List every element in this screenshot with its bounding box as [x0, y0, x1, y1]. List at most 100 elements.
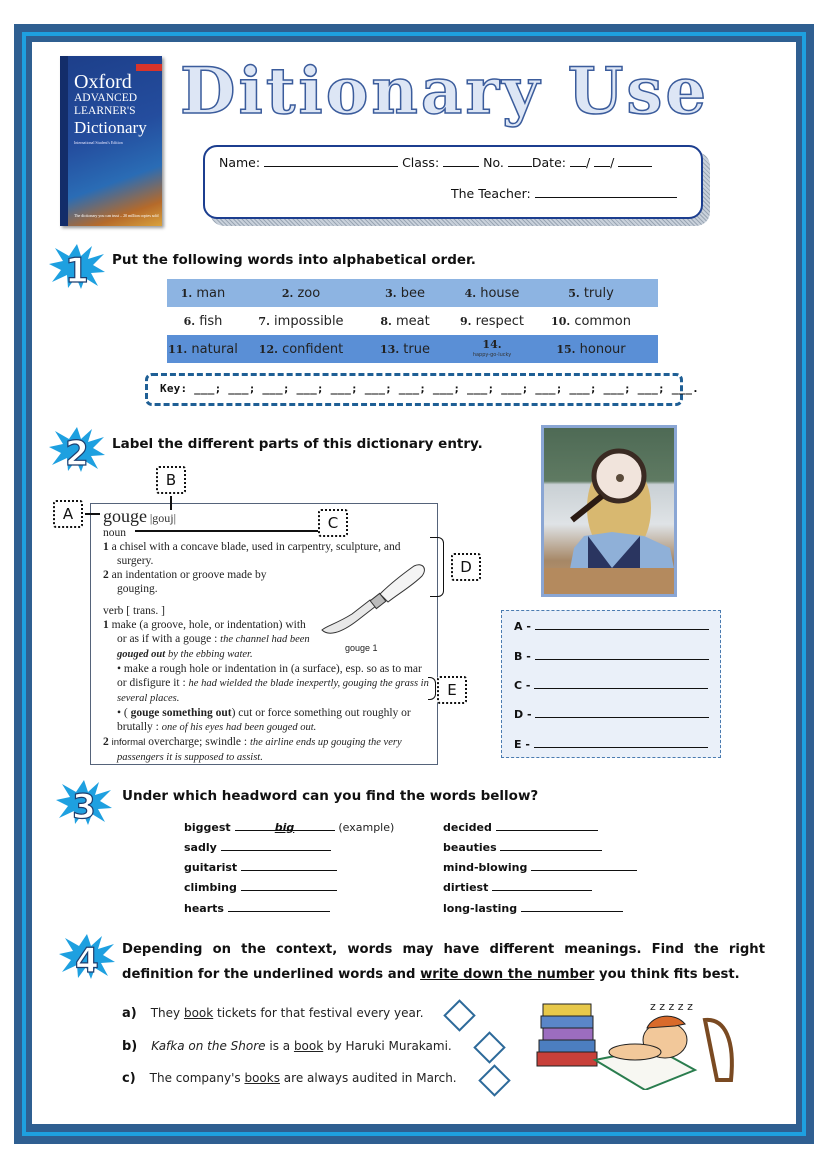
headword-answer-field[interactable]	[240, 881, 337, 891]
exercise-1-badge: 1	[48, 242, 106, 292]
starburst-icon: 1	[49, 244, 105, 292]
starburst-icon: 2	[49, 427, 105, 475]
headword-row: beauties	[443, 841, 603, 854]
headword-row: decided	[443, 821, 598, 834]
answer-field-d[interactable]	[535, 707, 710, 718]
photo-illustration	[544, 448, 674, 594]
entry-pos-noun: noun	[103, 527, 126, 539]
connector-line-a	[85, 513, 100, 515]
headword-row: dirtiest	[443, 881, 593, 894]
label-box-a: A	[53, 500, 83, 528]
word-table: 1. man 2. zoo 3. bee 4. house 5. truly 6…	[167, 279, 658, 363]
gouge-tool-illustration	[321, 564, 425, 634]
exercise-2-badge: 2	[48, 425, 106, 475]
answer-key-box: Key: ___; ___; ___; ___; ___; ___; ___; …	[145, 373, 699, 406]
number-label: No.	[483, 155, 504, 170]
headword-answer-field[interactable]	[495, 821, 598, 831]
worksheet-title: Ditionary Use	[179, 53, 710, 130]
exercise-3-number: 3	[72, 787, 96, 826]
book-title-advanced: ADVANCED	[74, 92, 138, 104]
word-cell: 8. meat	[380, 313, 430, 329]
book-subtitle: International Student's Edition	[74, 140, 123, 145]
headword-answer-field[interactable]	[500, 841, 603, 851]
answer-row-e: E -	[514, 737, 708, 751]
key-answer-blanks[interactable]: ___; ___; ___; ___; ___; ___; ___; ___; …	[194, 382, 699, 395]
word-table-row: 11. natural 12. confident 13. true 14. ha…	[167, 335, 658, 363]
exercise-2-number: 2	[65, 434, 89, 473]
word-table-row: 6. fish 7. impossible 8. meat 9. respect…	[167, 307, 658, 335]
answer-field-c[interactable]	[534, 678, 709, 689]
label-box-e: E	[437, 676, 467, 704]
headword-row: climbing	[184, 881, 337, 894]
info-row-1: Name: Class: No. Date: / /	[219, 155, 653, 170]
sentence-a: a) They book tickets for that festival ev…	[122, 1006, 424, 1021]
word-cell: 6. fish	[183, 313, 223, 329]
headword-answer-field[interactable]	[220, 841, 331, 851]
answer-row-d: D -	[514, 707, 710, 721]
example-answer: big	[234, 821, 335, 834]
date-separator: /	[610, 155, 615, 170]
headword-answer-field[interactable]	[520, 902, 623, 912]
bracket-e	[428, 677, 436, 700]
word-cell: 7. impossible	[258, 313, 344, 329]
connector-line-c	[135, 530, 318, 532]
exercise-4-instruction: Depending on the context, words may have…	[122, 942, 765, 982]
answer-field-b[interactable]	[534, 649, 709, 660]
headword-answer-field[interactable]	[227, 902, 330, 912]
headword-example-row: biggest big (example)	[184, 821, 395, 834]
label-box-c: C	[318, 509, 348, 537]
word-cell: 9. respect	[460, 313, 524, 329]
headword-answer-field[interactable]	[531, 861, 638, 871]
gouge-image-caption: gouge 1	[345, 643, 378, 653]
svg-text:z z z z z: z z z z z	[650, 1000, 693, 1013]
answer-row-c: C -	[514, 678, 709, 692]
answer-row-b: B -	[514, 649, 709, 663]
key-label: Key:	[160, 382, 188, 395]
date-year-field[interactable]	[618, 155, 653, 167]
number-field[interactable]	[507, 155, 532, 167]
name-field[interactable]	[264, 155, 399, 167]
exercise-2-instruction: Label the different parts of this dictio…	[112, 436, 483, 452]
book-tagline: The dictionary you can trust – 20 millio…	[74, 213, 159, 218]
student-info-box: Name: Class: No. Date: / / The Teacher:	[203, 145, 703, 219]
edition-tag	[136, 64, 162, 71]
headword-answer-field[interactable]	[492, 881, 593, 891]
teacher-field[interactable]	[534, 186, 677, 198]
sentence-b: b) Kafka on the Shore is a book by Haruki…	[122, 1039, 452, 1054]
sleeping-student-clipart: z z z z z	[536, 1000, 734, 1090]
headword-answer-field[interactable]	[241, 861, 338, 871]
class-field[interactable]	[443, 155, 480, 167]
info-row-2: The Teacher:	[451, 186, 677, 201]
exercise-3-badge: 3	[55, 778, 113, 828]
entry-pronunciation: |gouj|	[149, 511, 177, 525]
date-day-field[interactable]	[569, 155, 586, 167]
word-cell: 12. confident	[258, 341, 344, 357]
answer-field-a[interactable]	[534, 619, 709, 630]
entry-headword: gouge	[103, 506, 147, 526]
labels-answer-box: A - B - C - D - E -	[501, 610, 721, 758]
book-title-oxford: Oxford	[74, 71, 132, 93]
starburst-icon: 3	[56, 780, 112, 828]
book-title-dictionary: Dictionary	[74, 118, 147, 137]
date-month-field[interactable]	[594, 155, 611, 167]
word-cell: 1. man	[180, 285, 226, 301]
sentence-c: c) The company's books are always audited…	[122, 1071, 457, 1086]
exercise-1-instruction: Put the following words into alphabetica…	[112, 252, 476, 268]
starburst-icon: 4	[59, 934, 115, 982]
entry-verb-sub-2: • ( gouge something out) cut or force so…	[117, 707, 411, 733]
exercise-3-instruction: Under which headword can you find the wo…	[122, 788, 539, 804]
girl-with-magnifying-glass-photo	[541, 425, 677, 597]
headword-row: guitarist	[184, 861, 338, 874]
entry-noun-def-2: 2 an indentation or groove made by gougi…	[103, 569, 267, 595]
exercise-4-badge: 4	[58, 932, 116, 982]
exercise-1-number: 1	[65, 251, 89, 290]
teacher-label: The Teacher:	[451, 186, 531, 201]
headword-row: hearts	[184, 902, 330, 915]
word-cell: 13. true	[380, 341, 430, 357]
dictionary-book-cover-image: Oxford ADVANCED LEARNER'S Dictionary Int…	[60, 56, 162, 226]
headword-row: mind-blowing	[443, 861, 638, 874]
entry-verb-def-1: 1 make (a groove, hole, or indentation) …	[103, 619, 310, 660]
word-table-row: 1. man 2. zoo 3. bee 4. house 5. truly	[167, 279, 658, 307]
answer-field-e[interactable]	[533, 737, 708, 748]
headword-row: long-lasting	[443, 902, 623, 915]
